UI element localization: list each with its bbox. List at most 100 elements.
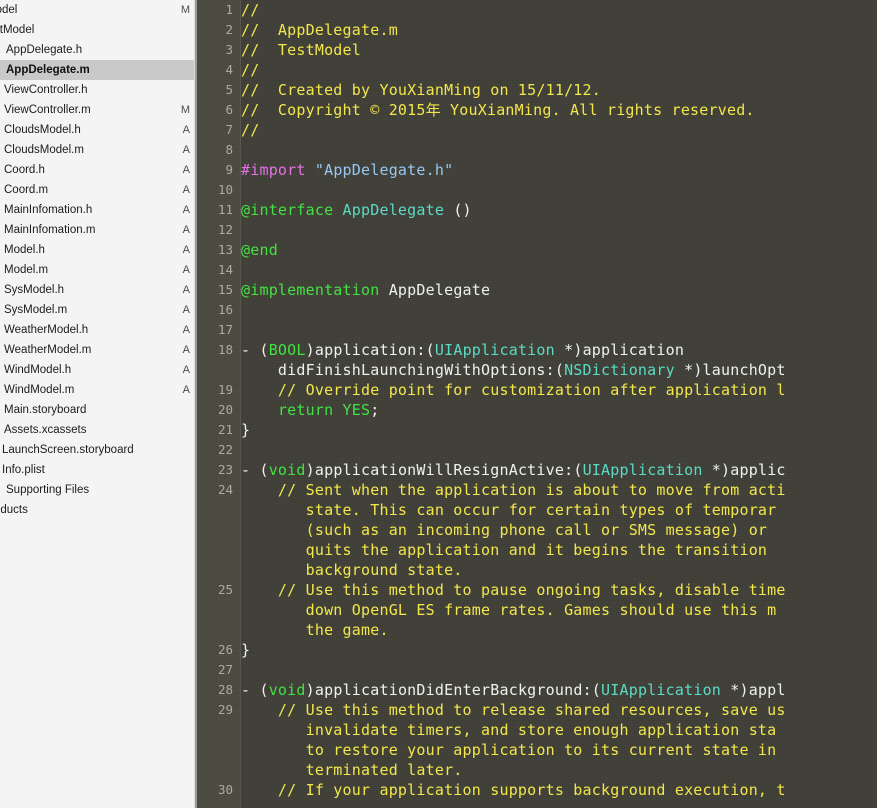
code-line: terminated later. — [241, 760, 463, 780]
navigator-item[interactable]: oducts — [0, 500, 197, 520]
navigator-item[interactable]: AppDelegate.h — [0, 40, 197, 60]
navigator-item[interactable]: Coord.h A — [0, 160, 197, 180]
code-token: @implementation — [241, 281, 380, 299]
navigator-item-status-badge: A — [182, 144, 190, 156]
code-line: // — [241, 0, 259, 20]
navigator-item-label: ViewController.m — [4, 104, 91, 116]
code-token: void — [268, 461, 306, 479]
line-number: 14 — [217, 262, 233, 277]
navigator-item-label: WindModel.h — [4, 364, 72, 376]
line-number: 24 — [217, 482, 233, 497]
code-token: @end — [241, 241, 278, 259]
code-line: - (BOOL)application:(UIApplication *)app… — [241, 340, 684, 360]
code-token: *)applic — [702, 461, 786, 479]
navigator-item[interactable]: Model.m A — [0, 260, 197, 280]
navigator-item-label: oducts — [0, 504, 28, 516]
navigator-item[interactable]: Supporting Files — [0, 480, 197, 500]
navigator-item-label: Info.plist — [2, 464, 45, 476]
navigator-item[interactable]: Model M — [0, 0, 197, 20]
navigator-item-label: MainInfomation.h — [4, 204, 93, 216]
line-number: 11 — [217, 202, 233, 217]
navigator-item[interactable]: WindModel.h A — [0, 360, 197, 380]
code-token: )applicationWillResignActive:( — [305, 461, 583, 479]
code-editor-pane[interactable]: 1 2 3 4 5 6 7 8 9 10 11 12 13 14 15 16 17 18 19 20 21 22 23 24 2… — [197, 0, 877, 808]
code-line: @interface AppDelegate () — [241, 200, 472, 220]
code-token: NSDictionary — [564, 361, 675, 379]
code-token: *)launchOpt — [674, 361, 786, 379]
navigator-item-label: ViewController.h — [4, 84, 88, 96]
navigator-item[interactable]: SysModel.m A — [0, 300, 197, 320]
line-number: 12 — [217, 222, 233, 237]
navigator-item[interactable]: ViewController.m M — [0, 100, 197, 120]
navigator-item[interactable]: Model.h A — [0, 240, 197, 260]
project-navigator-panel: Model MstModel AppDelegate.h AppDelegate.m V… — [0, 0, 197, 808]
code-line: // Copyright © 2015年 YouXianMing. All ri… — [241, 100, 755, 120]
navigator-item-status-badge: A — [182, 384, 190, 396]
code-token: - ( — [241, 341, 269, 359]
navigator-item[interactable]: WindModel.m A — [0, 380, 197, 400]
code-token: quits the application and it begins the … — [241, 541, 777, 559]
code-token: (such as an incoming phone call or SMS m… — [241, 521, 777, 539]
line-number: 4 — [225, 62, 233, 77]
navigator-item[interactable]: Main.storyboard — [0, 400, 197, 420]
navigator-item[interactable]: WeatherModel.m A — [0, 340, 197, 360]
line-number: 21 — [217, 422, 233, 437]
code-token: void — [268, 681, 306, 699]
navigator-item[interactable]: MainInfomation.m A — [0, 220, 197, 240]
navigator-item[interactable]: Info.plist — [0, 460, 197, 480]
line-number: 19 — [217, 382, 233, 397]
navigator-item-status-badge: M — [180, 4, 190, 16]
code-line: @implementation AppDelegate — [241, 280, 490, 300]
navigator-item-label: LaunchScreen.storyboard — [2, 444, 134, 456]
navigator-item-status-badge: M — [180, 104, 190, 116]
code-token: AppDelegate — [379, 281, 491, 299]
navigator-item[interactable]: AppDelegate.m — [0, 60, 197, 80]
navigator-item[interactable]: Assets.xcassets — [0, 420, 197, 440]
navigator-item-status-badge: A — [182, 364, 190, 376]
navigator-item-label: AppDelegate.m — [6, 64, 90, 76]
navigator-item-label: SysModel.h — [4, 284, 65, 296]
navigator-item[interactable]: ViewController.h — [0, 80, 197, 100]
navigator-item-label: SysModel.m — [4, 304, 68, 316]
code-line: // Use this method to pause ongoing task… — [241, 580, 786, 600]
line-number: 20 — [217, 402, 233, 417]
code-line: // AppDelegate.m — [241, 20, 398, 40]
line-number: 1 — [225, 2, 233, 17]
navigator-item[interactable]: CloudsModel.h A — [0, 120, 197, 140]
navigator-item-label: MainInfomation.m — [4, 224, 96, 236]
navigator-item-label: Coord.m — [4, 184, 49, 196]
navigator-item[interactable]: CloudsModel.m A — [0, 140, 197, 160]
code-token: @interface — [241, 201, 334, 219]
navigator-item[interactable]: SysModel.h A — [0, 280, 197, 300]
code-token: } — [241, 421, 251, 439]
code-token: state. This can occur for certain types … — [241, 501, 777, 519]
navigator-item-status-badge: A — [182, 244, 190, 256]
code-text-area[interactable]: // // AppDelegate.m // TestModel // // Creat… — [241, 0, 877, 808]
code-token: } — [241, 641, 251, 659]
navigator-item[interactable]: LaunchScreen.storyboard — [0, 440, 197, 460]
navigator-item[interactable]: MainInfomation.h A — [0, 200, 197, 220]
navigator-item-label: Supporting Files — [6, 484, 90, 496]
code-token: )applicationDidEnterBackground:( — [305, 681, 602, 699]
line-number: 15 — [217, 282, 233, 297]
code-token: // Use this method to pause ongoing task… — [241, 581, 786, 599]
navigator-item-status-badge: A — [182, 264, 190, 276]
navigator-item-label: Model — [0, 4, 18, 16]
line-number: 5 — [225, 82, 233, 97]
code-token: )application:( — [305, 341, 435, 359]
navigator-item[interactable]: Coord.m A — [0, 180, 197, 200]
code-token: AppDelegate — [342, 201, 445, 219]
navigator-item-status-badge: A — [182, 304, 190, 316]
navigator-item-status-badge: A — [182, 284, 190, 296]
line-number: 29 — [217, 702, 233, 717]
code-token: // Sent when the application is about to… — [241, 481, 786, 499]
code-token: () — [444, 201, 472, 219]
code-line: quits the application and it begins the … — [241, 540, 776, 560]
navigator-item[interactable]: WeatherModel.h A — [0, 320, 197, 340]
line-number: 10 — [217, 182, 233, 197]
navigator-item[interactable]: stModel — [0, 20, 197, 40]
code-token: // Created by YouXianMing on 15/11/12. — [241, 81, 601, 99]
code-line: - (void)applicationWillResignActive:(UIA… — [241, 460, 786, 480]
